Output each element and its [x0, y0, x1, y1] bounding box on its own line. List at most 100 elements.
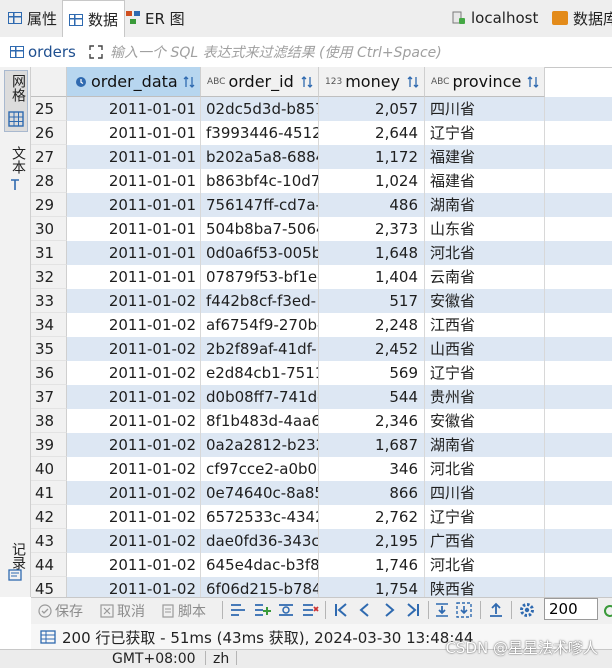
cell-province[interactable]: 河北省	[425, 457, 545, 481]
cell-province[interactable]: 湖南省	[425, 433, 545, 457]
row-number[interactable]: 35	[31, 337, 67, 361]
cell-money[interactable]: 569	[319, 361, 425, 385]
fetch-all-rows-icon[interactable]	[455, 601, 473, 619]
table-row[interactable]: 2011-01-02 f442b8cf-f3ed- 517 安徽省	[67, 289, 612, 313]
save-button[interactable]: 保存	[38, 601, 83, 621]
cell-order-data[interactable]: 2011-01-01	[67, 241, 201, 265]
column-header-order-data[interactable]: order_data	[67, 67, 201, 97]
table-row[interactable]: 2011-01-02 dae0fd36-343c- 2,195 广西省	[67, 529, 612, 553]
cell-province[interactable]: 福建省	[425, 169, 545, 193]
cell-order-data[interactable]: 2011-01-01	[67, 169, 201, 193]
cell-order-id[interactable]: 0d0a6f53-005b	[201, 241, 319, 265]
timezone-indicator[interactable]: GMT+08:00	[112, 651, 196, 667]
table-row[interactable]: 2011-01-02 cf97cce2-a0b0- 346 河北省	[67, 457, 612, 481]
cell-province[interactable]: 河北省	[425, 553, 545, 577]
cell-order-id[interactable]: af6754f9-270b-	[201, 313, 319, 337]
table-row[interactable]: 2011-01-01 756147ff-cd7a- 486 湖南省	[67, 193, 612, 217]
cell-order-id[interactable]: 0a2a2812-b232	[201, 433, 319, 457]
cell-order-data[interactable]: 2011-01-01	[67, 217, 201, 241]
database-selector[interactable]: 数据库	[552, 0, 612, 36]
row-number[interactable]: 30	[31, 217, 67, 241]
table-row[interactable]: 2011-01-02 e2d84cb1-7511 569 辽宁省	[67, 361, 612, 385]
cell-order-id[interactable]: d0b08ff7-741d-	[201, 385, 319, 409]
cell-province[interactable]: 云南省	[425, 265, 545, 289]
cell-money[interactable]: 2,057	[319, 97, 425, 121]
cell-province[interactable]: 福建省	[425, 145, 545, 169]
cancel-button[interactable]: 取消	[100, 601, 145, 621]
previous-page-icon[interactable]	[356, 601, 374, 619]
cell-province[interactable]: 辽宁省	[425, 361, 545, 385]
row-number[interactable]: 33	[31, 289, 67, 313]
view-record-label[interactable]: 记录	[8, 542, 28, 570]
row-number[interactable]: 38	[31, 409, 67, 433]
table-row[interactable]: 2011-01-02 8f1b483d-4aa6 2,346 安徽省	[67, 409, 612, 433]
cell-order-data[interactable]: 2011-01-01	[67, 97, 201, 121]
cell-money[interactable]: 866	[319, 481, 425, 505]
table-row[interactable]: 2011-01-02 d0b08ff7-741d- 544 贵州省	[67, 385, 612, 409]
cell-order-id[interactable]: e2d84cb1-7511	[201, 361, 319, 385]
cell-order-data[interactable]: 2011-01-02	[67, 409, 201, 433]
sort-icon[interactable]	[527, 75, 539, 89]
row-number[interactable]: 42	[31, 505, 67, 529]
cell-province[interactable]: 安徽省	[425, 409, 545, 433]
row-number[interactable]: 27	[31, 145, 67, 169]
cell-money[interactable]: 2,346	[319, 409, 425, 433]
cell-order-data[interactable]: 2011-01-01	[67, 193, 201, 217]
cell-money[interactable]: 1,024	[319, 169, 425, 193]
table-row[interactable]: 2011-01-02 6f06d215-b784 1,754 陕西省	[67, 577, 612, 597]
cell-money[interactable]: 517	[319, 289, 425, 313]
locale-indicator[interactable]: zh	[213, 651, 229, 667]
cell-order-data[interactable]: 2011-01-02	[67, 529, 201, 553]
cell-order-data[interactable]: 2011-01-02	[67, 433, 201, 457]
table-row[interactable]: 2011-01-01 f3993446-4512 2,644 辽宁省	[67, 121, 612, 145]
tab-er-diagram[interactable]: ER 图	[126, 0, 185, 36]
duplicate-row-icon[interactable]	[277, 601, 295, 619]
cell-order-data[interactable]: 2011-01-02	[67, 553, 201, 577]
row-number[interactable]: 31	[31, 241, 67, 265]
filter-input[interactable]	[108, 42, 612, 64]
row-number[interactable]: 26	[31, 121, 67, 145]
cell-order-data[interactable]: 2011-01-01	[67, 145, 201, 169]
table-row[interactable]: 2011-01-02 2b2f89af-41df- 2,452 山西省	[67, 337, 612, 361]
cell-order-data[interactable]: 2011-01-02	[67, 385, 201, 409]
cell-money[interactable]: 1,404	[319, 265, 425, 289]
add-row-icon[interactable]	[253, 601, 271, 619]
delete-row-icon[interactable]	[301, 601, 319, 619]
tab-properties[interactable]: 属性	[8, 0, 57, 36]
cell-money[interactable]: 2,452	[319, 337, 425, 361]
cell-order-data[interactable]: 2011-01-02	[67, 577, 201, 597]
next-page-icon[interactable]	[380, 601, 398, 619]
row-number[interactable]: 32	[31, 265, 67, 289]
cell-money[interactable]: 486	[319, 193, 425, 217]
fetch-next-page-icon[interactable]	[433, 601, 451, 619]
cell-order-id[interactable]: 6572533c-4342	[201, 505, 319, 529]
cell-province[interactable]: 山东省	[425, 217, 545, 241]
cell-money[interactable]: 1,754	[319, 577, 425, 597]
table-row[interactable]: 2011-01-01 07879f53-bf1e- 1,404 云南省	[67, 265, 612, 289]
cell-money[interactable]: 1,648	[319, 241, 425, 265]
cell-order-id[interactable]: b863bf4c-10d7	[201, 169, 319, 193]
row-number[interactable]: 34	[31, 313, 67, 337]
table-row[interactable]: 2011-01-02 0e74640c-8a85 866 四川省	[67, 481, 612, 505]
row-number[interactable]: 40	[31, 457, 67, 481]
row-number[interactable]: 25	[31, 97, 67, 121]
view-text-label[interactable]: 文本	[8, 146, 28, 174]
refresh-icon[interactable]	[601, 602, 612, 620]
cell-province[interactable]: 河北省	[425, 241, 545, 265]
cell-money[interactable]: 2,644	[319, 121, 425, 145]
cell-order-id[interactable]: f442b8cf-f3ed-	[201, 289, 319, 313]
row-number[interactable]: 29	[31, 193, 67, 217]
cell-province[interactable]: 四川省	[425, 481, 545, 505]
cell-order-data[interactable]: 2011-01-01	[67, 121, 201, 145]
column-header-order-id[interactable]: ABC order_id	[201, 67, 319, 97]
cell-order-data[interactable]: 2011-01-02	[67, 481, 201, 505]
table-row[interactable]: 2011-01-02 6572533c-4342 2,762 辽宁省	[67, 505, 612, 529]
last-page-icon[interactable]	[404, 601, 422, 619]
cell-money[interactable]: 346	[319, 457, 425, 481]
cell-order-data[interactable]: 2011-01-02	[67, 505, 201, 529]
cell-order-id[interactable]: 6f06d215-b784	[201, 577, 319, 597]
cell-money[interactable]: 544	[319, 385, 425, 409]
cell-order-id[interactable]: 2b2f89af-41df-	[201, 337, 319, 361]
row-number[interactable]: 43	[31, 529, 67, 553]
cell-order-data[interactable]: 2011-01-02	[67, 313, 201, 337]
